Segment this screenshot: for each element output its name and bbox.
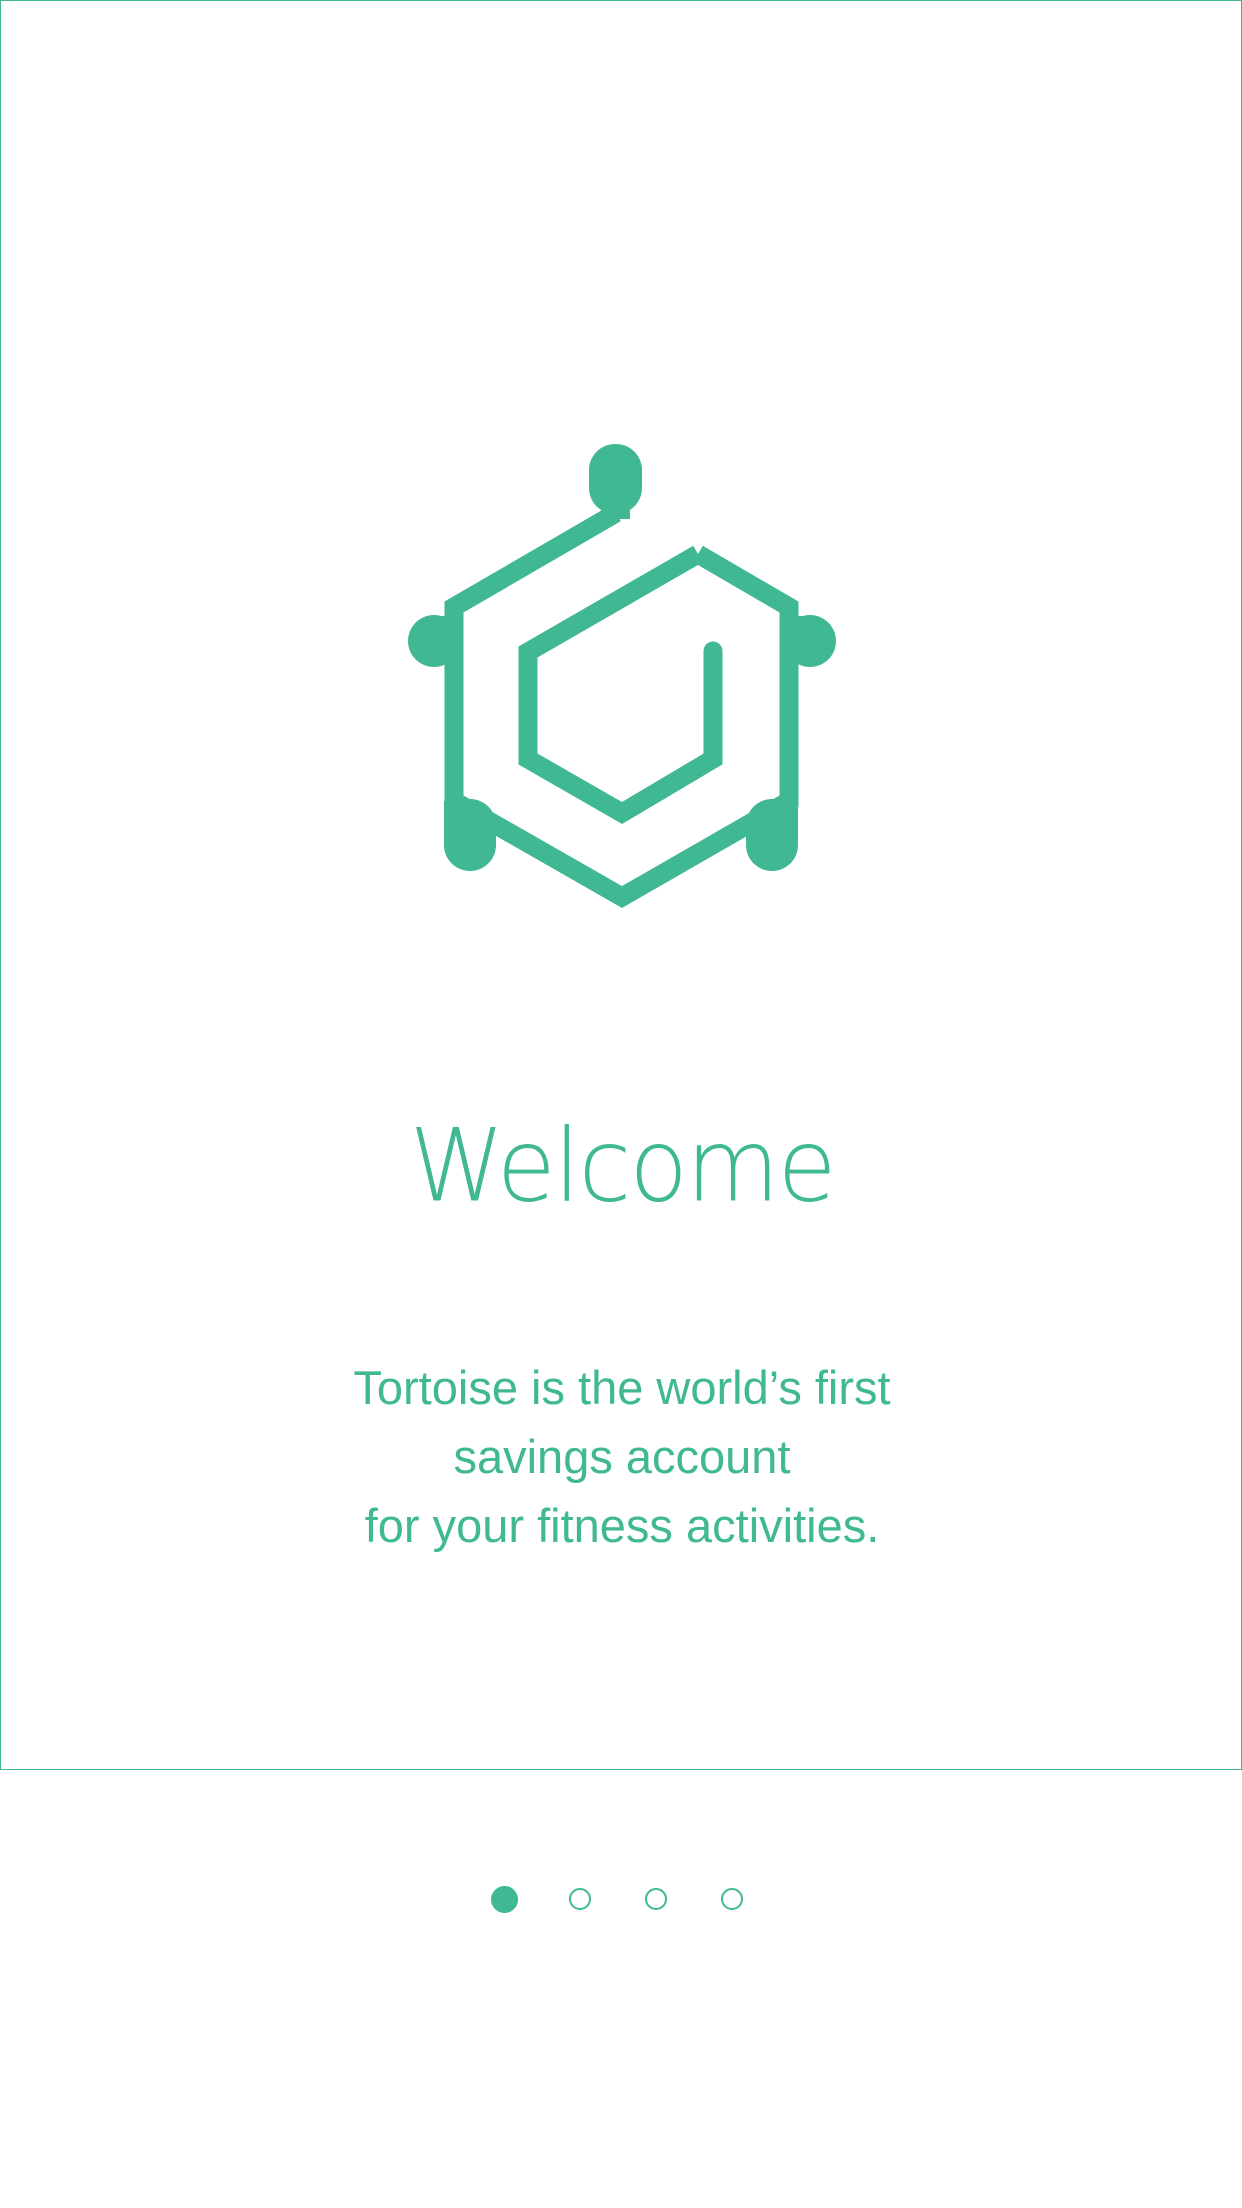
tortoise-logo-icon	[408, 444, 836, 908]
page-dot-3[interactable]	[645, 1888, 667, 1910]
page-dot-4[interactable]	[721, 1888, 743, 1910]
onboarding-card: Welcome Tortoise is the world’s first sa…	[0, 0, 1242, 1770]
welcome-title-text: Welcome	[409, 1107, 836, 1225]
tagline-line-3: for your fitness activities.	[364, 1499, 880, 1552]
tagline-line-2: savings account	[453, 1430, 791, 1483]
page-dot-2[interactable]	[569, 1888, 591, 1910]
page-dot-1[interactable]	[491, 1886, 518, 1913]
tagline-line-1: Tortoise is the world’s first	[353, 1361, 891, 1414]
welcome-title: Welcome	[1, 1106, 1242, 1226]
tagline: Tortoise is the world’s first savings ac…	[1, 1353, 1242, 1560]
page-indicator	[0, 1874, 1242, 1934]
